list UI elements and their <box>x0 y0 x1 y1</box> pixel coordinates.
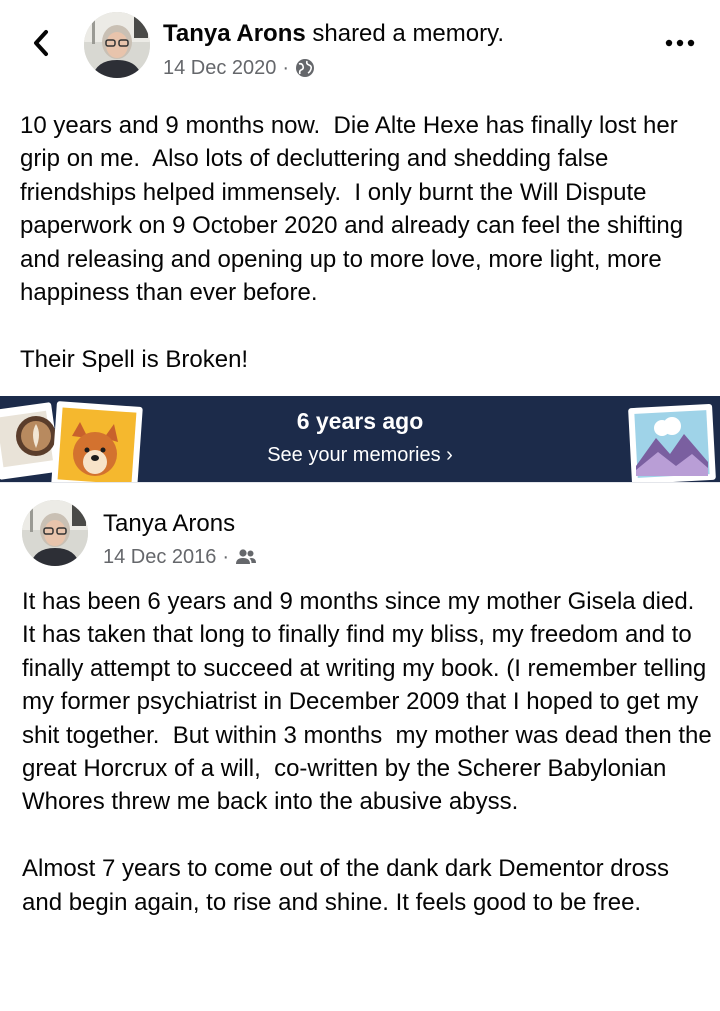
back-button[interactable] <box>26 26 56 60</box>
meta-separator: · <box>282 57 290 79</box>
more-options-icon <box>665 39 695 47</box>
header-title: Tanya Arons shared a memory. <box>163 19 504 49</box>
mountain-photo-illustration <box>628 404 716 482</box>
memories-banner-title: 6 years ago <box>296 408 424 434</box>
author-name[interactable]: Tanya Arons <box>163 20 306 47</box>
post-date[interactable]: 14 Dec 2020 <box>163 55 276 81</box>
memory-header: Tanya Arons shared a memory. 14 Dec 2020… <box>0 0 720 90</box>
original-post-text: It has been 6 years and 9 months since m… <box>22 588 712 916</box>
friends-icon <box>236 549 257 564</box>
memories-banner[interactable]: 6 years ago See your memories › <box>0 396 720 482</box>
post-date[interactable]: 14 Dec 2016 <box>103 544 216 570</box>
author-name[interactable]: Tanya Arons <box>103 510 235 537</box>
avatar[interactable] <box>84 12 150 78</box>
more-options-button[interactable] <box>662 30 698 56</box>
original-post-title: Tanya Arons <box>103 509 235 539</box>
banner-divider <box>0 482 720 483</box>
action-text: shared a memory. <box>305 20 504 47</box>
globe-icon <box>296 59 315 77</box>
post-meta: 14 Dec 2020 · <box>163 55 315 81</box>
chevron-left-icon <box>34 30 48 56</box>
see-memories-link[interactable]: See your memories › <box>0 442 720 468</box>
post-meta: 14 Dec 2016 · <box>103 544 257 570</box>
memory-post-text: 10 years and 9 months now. Die Alte Hexe… <box>20 112 684 373</box>
meta-separator: · <box>222 546 230 568</box>
avatar[interactable] <box>22 500 88 566</box>
